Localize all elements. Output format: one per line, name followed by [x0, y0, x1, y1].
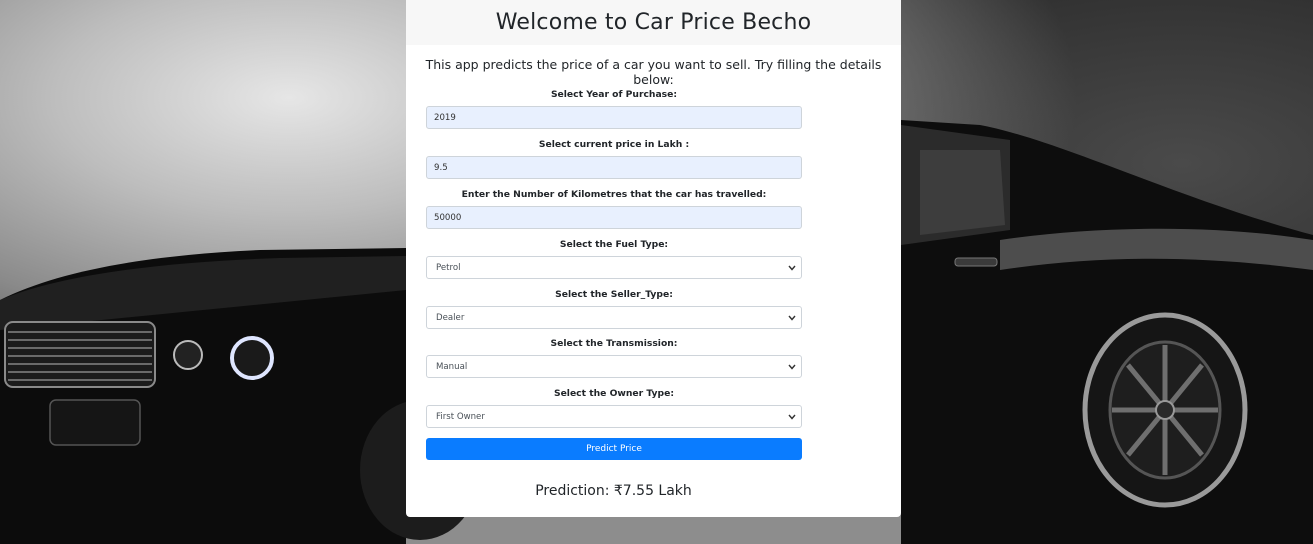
- chevron-down-icon: [787, 412, 797, 422]
- fuel-value: Petrol: [436, 262, 461, 273]
- fuel-label: Select the Fuel Type:: [559, 239, 669, 250]
- year-input[interactable]: 2019: [426, 106, 802, 129]
- kms-input[interactable]: 50000: [426, 206, 802, 229]
- owner-select[interactable]: First Owner: [426, 405, 802, 428]
- chevron-down-icon: [787, 313, 797, 323]
- chevron-down-icon: [787, 263, 797, 273]
- kms-label: Enter the Number of Kilometres that the …: [461, 189, 767, 200]
- transmission-label: Select the Transmission:: [550, 338, 678, 349]
- fuel-field: Select the Fuel Type: Petrol: [426, 238, 802, 279]
- seller-label: Select the Seller_Type:: [555, 289, 673, 300]
- price-label: Select current price in Lakh :: [538, 139, 690, 150]
- year-label: Select Year of Purchase:: [550, 89, 678, 100]
- owner-value: First Owner: [436, 411, 485, 422]
- price-field: Select current price in Lakh : 9.5: [426, 138, 802, 179]
- year-field: Select Year of Purchase: 2019: [426, 88, 802, 129]
- chevron-down-icon: [787, 362, 797, 372]
- card-header: Welcome to Car Price Becho: [406, 0, 901, 45]
- seller-select[interactable]: Dealer: [426, 306, 802, 329]
- fuel-select[interactable]: Petrol: [426, 256, 802, 279]
- transmission-value: Manual: [436, 361, 468, 372]
- prediction-form-card: Welcome to Car Price Becho This app pred…: [406, 0, 901, 517]
- transmission-field: Select the Transmission: Manual: [426, 337, 802, 378]
- prediction-result: Prediction: ₹7.55 Lakh: [535, 483, 692, 499]
- price-input[interactable]: 9.5: [426, 156, 802, 179]
- page-title: Welcome to Car Price Becho: [495, 10, 812, 35]
- predict-price-button[interactable]: Predict Price: [426, 438, 802, 460]
- transmission-select[interactable]: Manual: [426, 355, 802, 378]
- seller-field: Select the Seller_Type: Dealer: [426, 288, 802, 329]
- kms-field: Enter the Number of Kilometres that the …: [426, 188, 802, 229]
- intro-text: This app predicts the price of a car you…: [425, 57, 882, 87]
- owner-label: Select the Owner Type:: [553, 388, 675, 399]
- seller-value: Dealer: [436, 312, 465, 323]
- owner-field: Select the Owner Type: First Owner: [426, 387, 802, 428]
